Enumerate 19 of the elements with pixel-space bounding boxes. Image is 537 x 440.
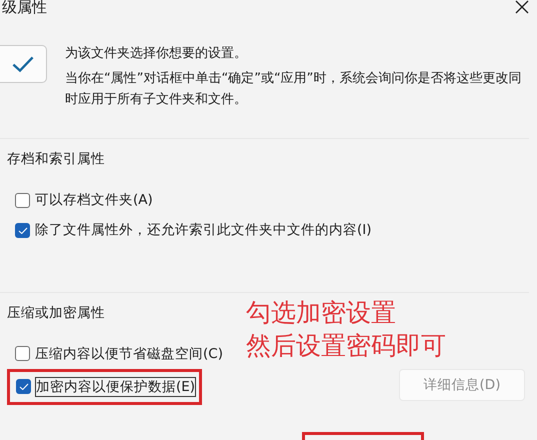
checkbox[interactable] [16, 379, 31, 394]
checkbox-label[interactable]: 压缩内容以便节省磁盘空间(C) [35, 344, 223, 363]
checkbox[interactable] [15, 222, 30, 238]
window-title: 级属性 [1, 0, 47, 16]
checkbox-label[interactable]: 加密内容以便保护数据(E) [36, 378, 196, 396]
checkmark-icon [18, 226, 28, 234]
section-title: 压缩或加密属性 [7, 304, 105, 323]
checkmark-icon [11, 55, 35, 74]
checkbox[interactable] [15, 192, 30, 208]
checkbox-label[interactable]: 除了文件属性外，还允许索引此文件夹中文件的内容(I) [35, 221, 372, 240]
intro-heading: 为该文件夹选择你想要的设置。 [65, 45, 248, 64]
annotation-text: 然后设置密码即可 [246, 330, 446, 362]
checkbox-label[interactable]: 可以存档文件夹(A) [35, 191, 153, 210]
section-title: 存档和索引属性 [7, 150, 105, 170]
intro-text: 当你在“属性”对话框中单击“确定”或“应用”时，系统会询问你是否将这些更改同时应用于所有子文件夹和文件。 [65, 70, 522, 110]
annotation-text: 勾选加密设置 [246, 297, 397, 329]
close-icon[interactable] [515, 0, 529, 14]
checkmark-icon [18, 382, 28, 390]
checkbox[interactable] [15, 346, 30, 362]
